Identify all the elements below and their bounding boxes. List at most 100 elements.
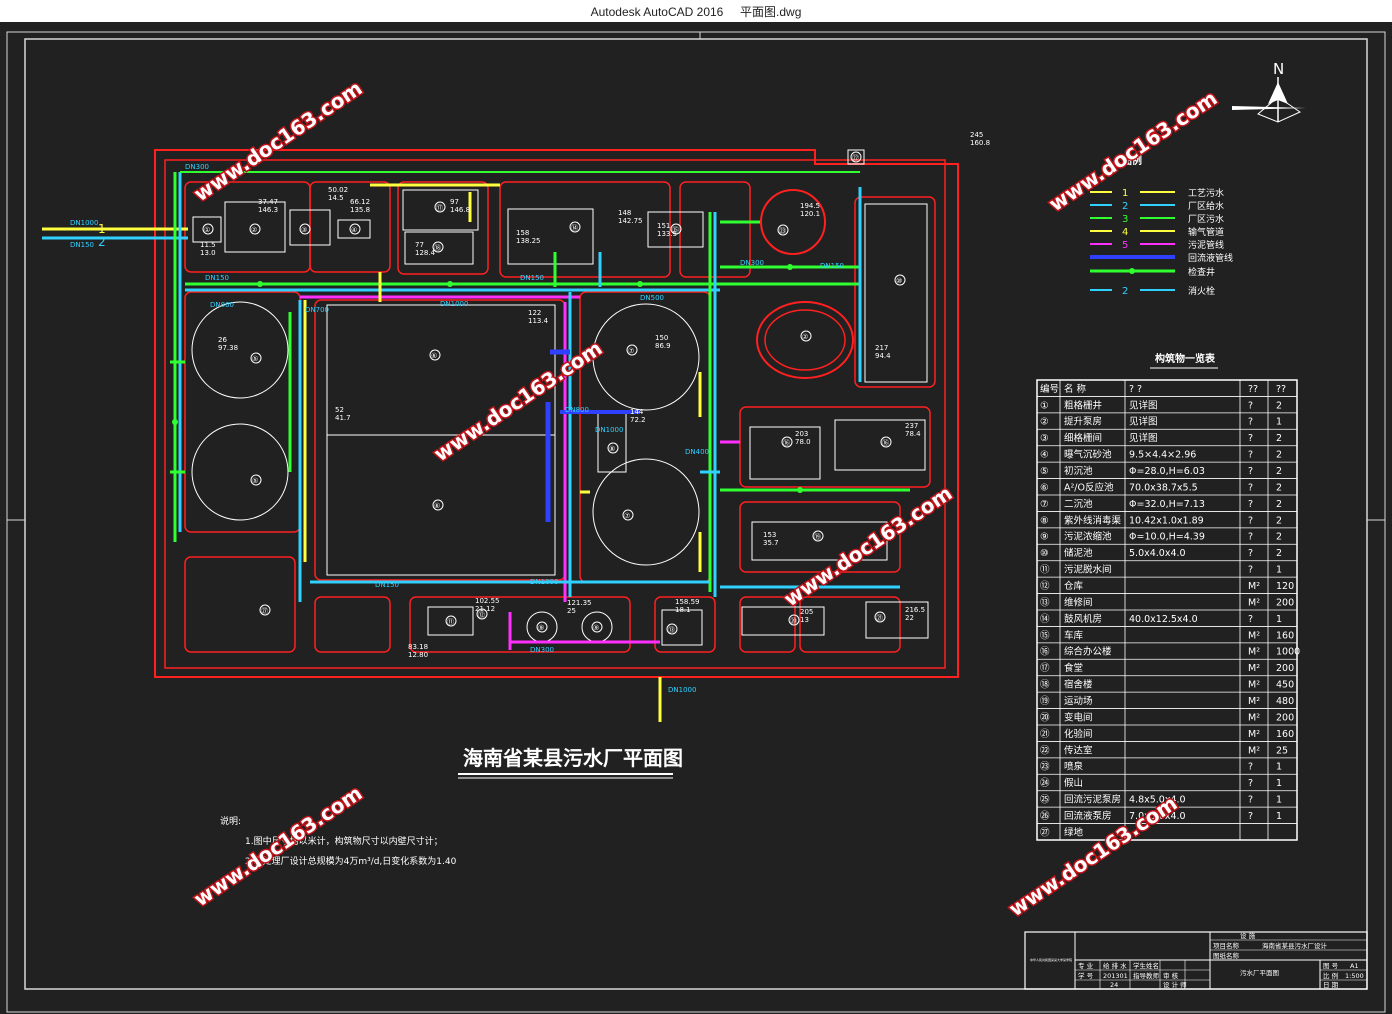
svg-text:DN1000: DN1000: [530, 578, 558, 586]
table-cell: 仓库: [1064, 580, 1084, 592]
inlet-labels: 1 2: [98, 222, 106, 249]
unit-label: ⑱ 77128.4: [415, 241, 444, 257]
legend-item: 厂区给水: [1188, 200, 1224, 212]
table-cell: ⑪: [1040, 565, 1050, 576]
svg-text:205: 205: [800, 608, 813, 616]
svg-text:151: 151: [657, 222, 670, 230]
table-cell: 9.5×4.4×2.96: [1129, 450, 1196, 461]
table-cell: ㉕: [1040, 795, 1050, 806]
table-cell: M²: [1248, 630, 1260, 641]
table-cell: 初沉池: [1064, 465, 1093, 477]
table-cell: 污泥脱水间: [1064, 564, 1112, 576]
svg-text:4: 4: [1122, 227, 1128, 238]
svg-text:128.4: 128.4: [415, 249, 436, 257]
table-cell: ③: [1040, 433, 1049, 444]
table-cell: 10.42x1.0x1.89: [1129, 515, 1204, 526]
table-cell: ㉖: [1040, 811, 1050, 822]
svg-text:DN1000: DN1000: [440, 300, 468, 308]
svg-text:⑯: ⑯: [882, 439, 889, 447]
svg-text:项目名称: 项目名称: [1213, 941, 1240, 950]
table-cell: ⑱: [1040, 680, 1050, 691]
table-cell: 储泥池: [1064, 547, 1093, 559]
svg-text:DN150: DN150: [205, 274, 229, 282]
svg-text:144: 144: [630, 408, 644, 416]
table-cell: 回流污泥泵房: [1064, 794, 1121, 806]
table-header-cell: ??: [1248, 384, 1258, 395]
svg-text:⑥: ⑥: [431, 352, 437, 360]
table-cell: ⑦: [1040, 499, 1049, 510]
table-cell: 传达室: [1064, 744, 1093, 756]
svg-text:97.38: 97.38: [218, 344, 238, 352]
svg-text:⑩: ⑩: [896, 277, 902, 285]
svg-text:216.5: 216.5: [905, 606, 925, 614]
notes-heading: 说明:: [220, 815, 241, 827]
unit-label: ㉓ 194.5120.1: [777, 202, 820, 236]
window-title: Autodesk AutoCAD 2016 平面图.dwg: [590, 5, 802, 19]
svg-text:35.7: 35.7: [763, 539, 779, 547]
table-cell: ②: [1040, 417, 1049, 428]
table-cell: 1000: [1276, 647, 1300, 658]
table-cell: 1: [1276, 795, 1282, 806]
svg-text:158.59: 158.59: [675, 598, 700, 606]
svg-text:122: 122: [528, 309, 541, 317]
svg-text:97: 97: [450, 198, 459, 206]
table-cell: 2: [1276, 499, 1282, 510]
svg-text:DN800: DN800: [565, 406, 589, 414]
table-cell: ?: [1248, 795, 1253, 806]
svg-text:78.4: 78.4: [905, 430, 921, 438]
svg-text:66.12: 66.12: [350, 198, 370, 206]
unit-label: ④ 66.12135.8: [349, 198, 370, 235]
svg-text:245: 245: [970, 131, 983, 139]
legend-item: 污泥管线: [1188, 239, 1224, 251]
unit-label: ⑦ 15086.9: [626, 334, 671, 356]
svg-text:153: 153: [763, 531, 776, 539]
window-title-bar: Autodesk AutoCAD 2016 平面图.dwg: [0, 0, 1392, 23]
table-cell: 70.0x38.7x5.5: [1129, 482, 1198, 493]
unit-label: ⑬ 158.5918.1: [666, 598, 700, 635]
unit-label: ① 11.513.0: [200, 223, 216, 257]
table-header-cell: ? ?: [1129, 384, 1142, 395]
unit-label: ⑯ 23778.4: [880, 422, 921, 448]
table-cell: ㉑: [1040, 729, 1050, 740]
svg-text:海南省某县污水厂设计: 海南省某县污水厂设计: [1262, 941, 1328, 950]
svg-text:审 核: 审 核: [1163, 971, 1179, 980]
svg-text:121.35: 121.35: [567, 599, 592, 607]
svg-text:DN150: DN150: [375, 581, 399, 589]
table-cell: 回流液泵房: [1064, 810, 1112, 822]
table-cell: M²: [1248, 680, 1260, 691]
table-cell: M²: [1248, 581, 1260, 592]
table-cell: ⑧: [1040, 515, 1049, 526]
table-cell: M²: [1248, 597, 1260, 608]
svg-text:㉒: ㉒: [852, 154, 859, 162]
svg-text:217: 217: [875, 344, 888, 352]
table-cell: ?: [1248, 417, 1253, 428]
svg-text:⑳: ⑳: [790, 617, 797, 625]
svg-text:给 排 水: 给 排 水: [1103, 961, 1127, 970]
table-cell: ⑳: [1040, 712, 1050, 723]
unit-label: ⑤ 2697.38: [218, 336, 262, 364]
table-cell: 食堂: [1064, 662, 1083, 674]
legend-item: 输气管道: [1188, 226, 1224, 238]
svg-text:13.0: 13.0: [200, 249, 216, 257]
svg-text:18.1: 18.1: [675, 606, 691, 614]
svg-text:DN150: DN150: [820, 262, 844, 270]
table-cell: 1: [1276, 778, 1282, 789]
unit-label: ⑦: [622, 509, 634, 521]
unit-label: ㉗: [259, 604, 271, 616]
table-cell: ⑤: [1040, 466, 1049, 477]
table-cell: 2: [1276, 548, 1282, 559]
svg-text:㉗: ㉗: [261, 607, 268, 615]
svg-text:专 业: 专 业: [1078, 961, 1094, 970]
drawing-canvas[interactable]: DN1000 DN150 DN300 DN150 DN800 DN700 DN1…: [0, 22, 1392, 1014]
table-cell: 粗格栅井: [1064, 399, 1102, 411]
table-cell: M²: [1248, 712, 1260, 723]
svg-text:3: 3: [1122, 214, 1128, 225]
svg-text:1: 1: [1122, 188, 1128, 199]
svg-text:N: N: [1273, 60, 1284, 78]
svg-text:5: 5: [1122, 240, 1128, 251]
svg-text:72.2: 72.2: [630, 416, 646, 424]
svg-text:⑰: ⑰: [436, 204, 443, 212]
unit-label: 148142.75: [618, 209, 643, 225]
table-cell: 1: [1276, 762, 1282, 773]
unit-label: ⑭ 158138.25: [516, 221, 581, 245]
